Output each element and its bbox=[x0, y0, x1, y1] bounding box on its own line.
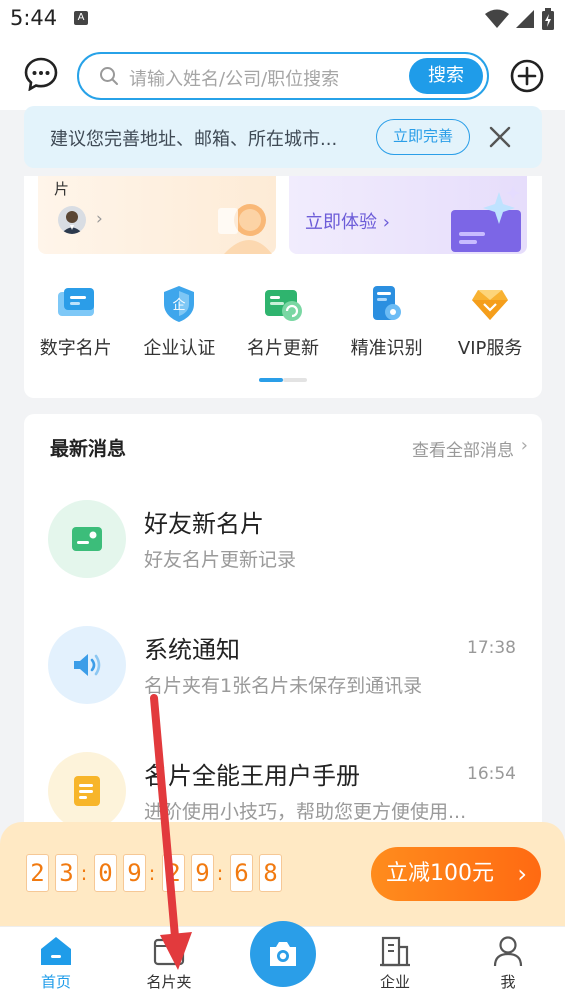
nav-home-label: 首页 bbox=[40, 973, 71, 991]
search-button[interactable]: 搜索 bbox=[409, 58, 483, 94]
user-manual-avatar bbox=[48, 752, 126, 830]
precise-scan-icon bbox=[372, 286, 401, 320]
notification-badge: A bbox=[74, 11, 88, 25]
discount-button[interactable]: 立减100元 › bbox=[371, 847, 541, 901]
discount-button-label: 立减100元 bbox=[386, 861, 494, 886]
card-folder-icon bbox=[153, 938, 185, 966]
messages-title: 最新消息 bbox=[50, 438, 127, 460]
speaker-icon bbox=[74, 654, 101, 676]
feature-label: 企业认证 bbox=[143, 338, 216, 359]
complete-now-button[interactable]: 立即完善 bbox=[376, 119, 470, 155]
home-icon bbox=[41, 937, 71, 965]
countdown-digit: 2 bbox=[26, 854, 49, 892]
complete-profile-banner: 建议您完善地址、邮箱、所在城市... 立即完善 bbox=[24, 106, 542, 168]
vip-diamond-icon bbox=[472, 290, 509, 320]
building-icon bbox=[380, 936, 410, 967]
try-now-link: 立即体验 › bbox=[305, 212, 390, 233]
search-bar[interactable]: 请输入姓名/公司/职位搜索 搜索 bbox=[77, 52, 489, 100]
feature-digital-card[interactable]: 数字名片 bbox=[24, 284, 128, 364]
feature-card-update[interactable]: 名片更新 bbox=[231, 284, 335, 364]
svg-text:企: 企 bbox=[173, 297, 186, 313]
countdown-digit: 0 bbox=[94, 854, 117, 892]
countdown-digit: 2 bbox=[162, 854, 185, 892]
chevron-right-icon: › bbox=[96, 209, 103, 229]
bottom-nav: 首页 名片夹 企业 我 bbox=[0, 921, 565, 1004]
chevron-right-icon: › bbox=[520, 435, 528, 456]
nav-enterprise[interactable]: 企业 bbox=[355, 935, 435, 992]
system-notice-avatar bbox=[48, 626, 126, 704]
countdown-digit: 9 bbox=[123, 854, 146, 892]
add-plus-icon[interactable] bbox=[510, 59, 544, 93]
status-bar: 5:44 A bbox=[0, 0, 565, 40]
search-input[interactable]: 请输入姓名/公司/职位搜索 bbox=[129, 65, 339, 91]
nav-cards-label: 名片夹 bbox=[146, 973, 192, 991]
card-sparkle-icon bbox=[451, 186, 521, 252]
countdown-colon: : bbox=[148, 861, 156, 885]
feature-enterprise-auth[interactable]: 企 企业认证 bbox=[128, 284, 232, 364]
nav-cards[interactable]: 名片夹 bbox=[129, 935, 209, 992]
page-indicator bbox=[259, 378, 307, 382]
nav-me[interactable]: 我 bbox=[468, 935, 548, 992]
view-all-messages-link[interactable]: 查看全部消息 bbox=[412, 436, 514, 461]
digital-card-icon bbox=[57, 288, 94, 316]
nav-home[interactable]: 首页 bbox=[16, 935, 96, 992]
cell-signal-icon bbox=[516, 10, 534, 28]
camera-button[interactable] bbox=[250, 921, 316, 987]
message-chat-icon[interactable] bbox=[24, 57, 58, 91]
enterprise-shield-icon: 企 bbox=[164, 286, 195, 322]
latest-messages-card: 最新消息 查看全部消息 › 好友新名片 好友名片更新记录 系统通知 名片夹有1张… bbox=[24, 414, 542, 844]
countdown-digit: 3 bbox=[55, 854, 78, 892]
feature-label: 数字名片 bbox=[39, 338, 112, 359]
feature-label: VIP服务 bbox=[457, 338, 523, 359]
page-indicator-inactive bbox=[283, 378, 307, 382]
page-indicator-active bbox=[259, 378, 283, 382]
status-icons bbox=[485, 8, 555, 30]
chevron-right-icon: › bbox=[517, 860, 527, 888]
countdown-promo-bar: 2 3 : 0 9 : 2 9 : 6 8 立减100元 › bbox=[0, 822, 565, 926]
message-title: 系统通知 bbox=[144, 636, 240, 664]
message-item-friend-cards[interactable]: 好友新名片 好友名片更新记录 bbox=[24, 500, 542, 620]
countdown-timer: 2 3 : 0 9 : 2 9 : 6 8 bbox=[26, 854, 288, 892]
message-title: 名片全能王用户手册 bbox=[144, 762, 360, 790]
user-profile-icon bbox=[493, 936, 523, 967]
feature-label: 精准识别 bbox=[350, 338, 423, 359]
friend-card-icon bbox=[72, 527, 102, 551]
countdown-digit: 8 bbox=[259, 854, 282, 892]
promo-card-left[interactable]: 片 › bbox=[38, 176, 276, 254]
top-bar: 请输入姓名/公司/职位搜索 搜索 bbox=[0, 40, 565, 110]
friend-card-avatar bbox=[48, 500, 126, 578]
status-time: 5:44 bbox=[10, 6, 58, 30]
message-time: 17:38 bbox=[467, 638, 516, 658]
message-item-system-notice[interactable]: 系统通知 名片夹有1张名片未保存到通讯录 17:38 bbox=[24, 626, 542, 746]
countdown-digit: 9 bbox=[191, 854, 214, 892]
nav-me-label: 我 bbox=[500, 973, 516, 991]
message-subtitle: 进阶使用小技巧，帮助您更方便使用... bbox=[144, 801, 467, 823]
banner-text: 建议您完善地址、邮箱、所在城市... bbox=[50, 129, 338, 150]
search-icon bbox=[100, 67, 118, 85]
features-card: 片 › 立即体验 › 数字名片 企 企业认证 名片更新 精准识别 VIP服务 bbox=[24, 176, 542, 398]
battery-icon bbox=[542, 8, 554, 30]
message-time: 16:54 bbox=[467, 764, 516, 784]
close-icon[interactable] bbox=[488, 125, 512, 149]
user-decoration-icon bbox=[218, 204, 272, 254]
feature-precise-scan[interactable]: 精准识别 bbox=[335, 284, 439, 364]
countdown-colon: : bbox=[80, 861, 88, 885]
avatar bbox=[58, 206, 86, 234]
document-icon bbox=[74, 776, 100, 806]
promo-card-right[interactable]: 立即体验 › bbox=[289, 176, 527, 254]
card-refresh-icon bbox=[264, 290, 302, 321]
feature-grid: 数字名片 企 企业认证 名片更新 精准识别 VIP服务 bbox=[24, 284, 542, 364]
nav-enterprise-label: 企业 bbox=[379, 973, 410, 991]
countdown-digit: 6 bbox=[230, 854, 253, 892]
message-subtitle: 好友名片更新记录 bbox=[144, 549, 297, 571]
message-title: 好友新名片 bbox=[144, 510, 264, 538]
message-subtitle: 名片夹有1张名片未保存到通讯录 bbox=[144, 675, 423, 697]
camera-icon bbox=[270, 942, 296, 966]
feature-vip-service[interactable]: VIP服务 bbox=[438, 284, 542, 364]
feature-label: 名片更新 bbox=[246, 338, 319, 359]
wifi-icon bbox=[485, 9, 509, 28]
promo-left-text: 片 bbox=[54, 180, 70, 198]
countdown-colon: : bbox=[216, 861, 224, 885]
